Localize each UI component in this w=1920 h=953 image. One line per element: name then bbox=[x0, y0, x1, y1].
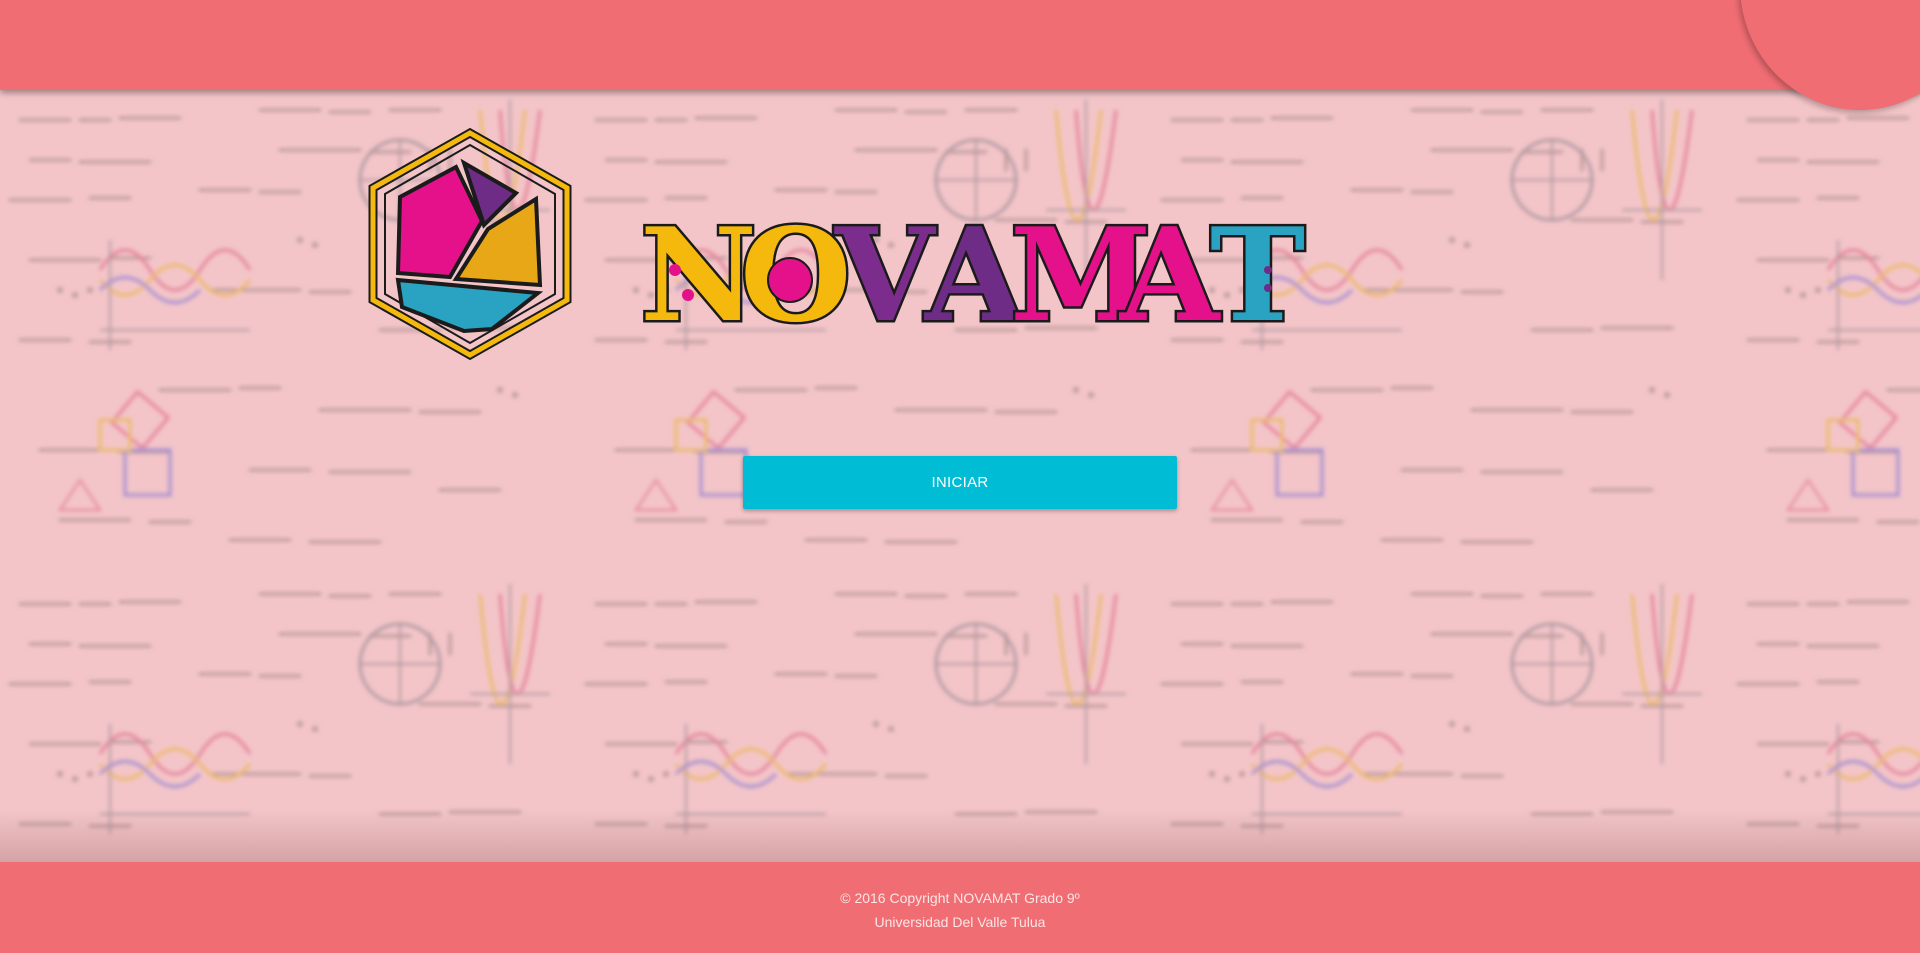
background-bottom-shadow bbox=[0, 810, 1920, 862]
svg-text:A: A bbox=[1119, 201, 1221, 340]
footer: © 2016 Copyright NOVAMAT Grado 9º Univer… bbox=[0, 862, 1920, 953]
hexagon-logo-icon bbox=[360, 125, 580, 365]
footer-institution: Universidad Del Valle Tulua bbox=[874, 914, 1046, 930]
page: N O V A M A T INICIAR © 2016 Copyright N… bbox=[0, 0, 1920, 953]
novamat-wordmark: N O V A M A T bbox=[638, 199, 1320, 354]
svg-text:V: V bbox=[834, 201, 937, 340]
top-app-bar bbox=[0, 0, 1920, 90]
start-button[interactable]: INICIAR bbox=[743, 456, 1177, 509]
footer-copyright: © 2016 Copyright NOVAMAT Grado 9º bbox=[840, 890, 1080, 906]
svg-text:T: T bbox=[1210, 201, 1305, 340]
